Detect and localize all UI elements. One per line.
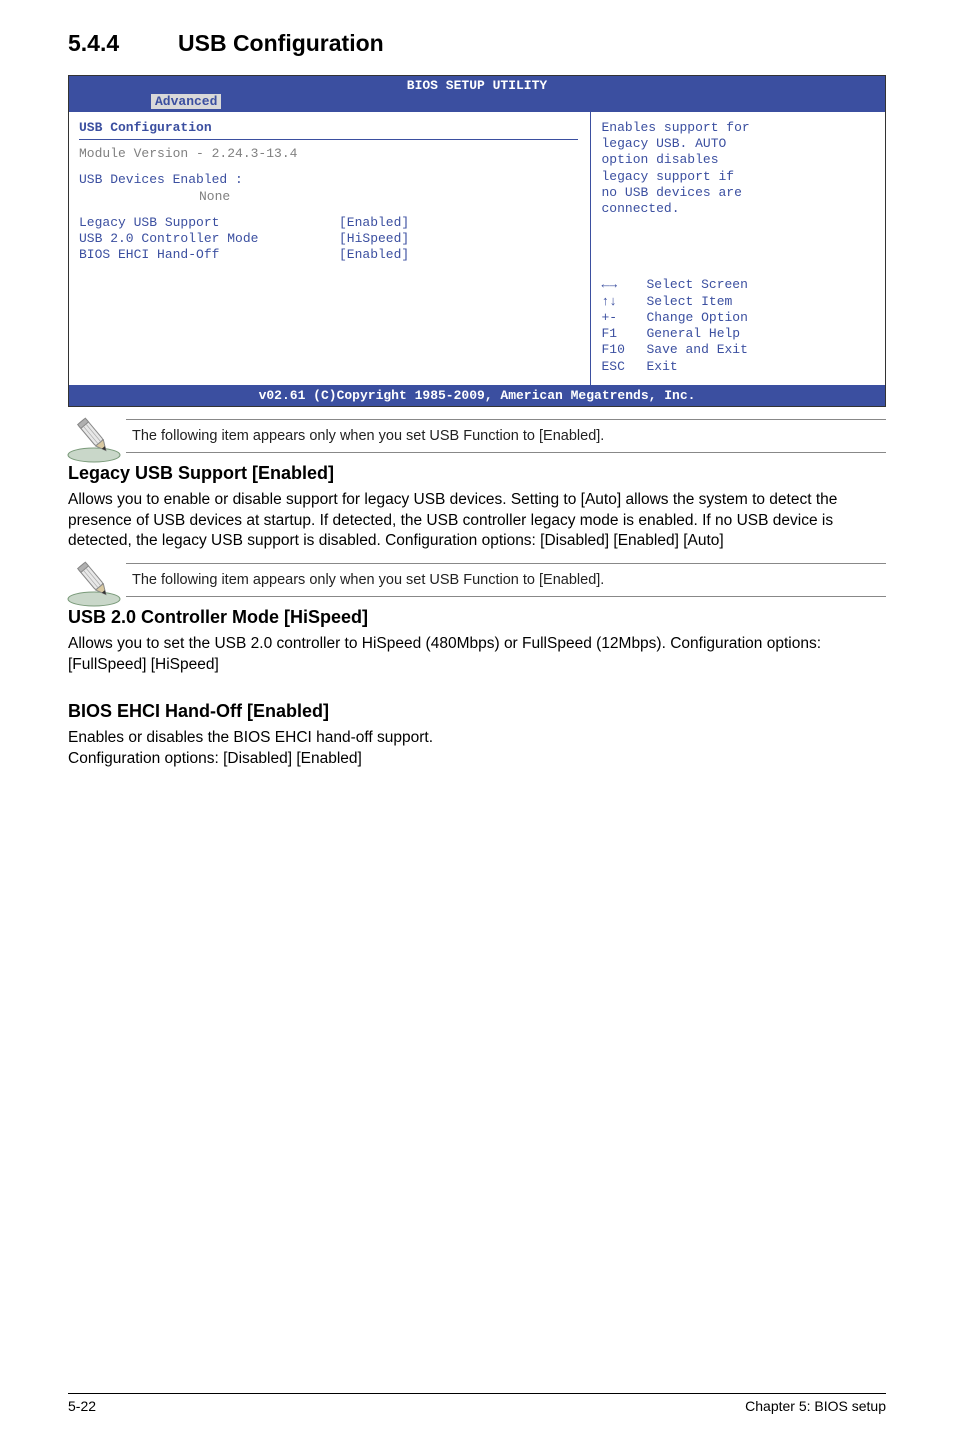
bios-title-bar: BIOS SETUP UTILITY: [69, 76, 885, 94]
bios-footer: v02.61 (C)Copyright 1985-2009, American …: [69, 386, 885, 406]
bios-setting-row: Legacy USB Support [Enabled]: [79, 215, 578, 231]
section-heading: 5.4.4USB Configuration: [68, 30, 886, 57]
bios-setting-row: BIOS EHCI Hand-Off [Enabled]: [79, 247, 578, 263]
bios-devices-enabled-label: USB Devices Enabled :: [79, 172, 578, 188]
bios-help-line: legacy support if: [601, 169, 875, 185]
bios-devices-enabled-value: None: [79, 189, 578, 205]
page-footer: 5-22 Chapter 5: BIOS setup: [68, 1393, 886, 1414]
bios-help-line: no USB devices are: [601, 185, 875, 201]
bios-right-panel: Enables support for legacy USB. AUTO opt…: [591, 112, 885, 386]
bios-key-desc: General Help: [646, 326, 740, 342]
subsection-heading: USB 2.0 Controller Mode [HiSpeed]: [68, 607, 886, 628]
bios-help-keys: ←→Select Screen ↑↓Select Item +-Change O…: [601, 277, 875, 375]
bios-help-line: Enables support for: [601, 120, 875, 136]
bios-key: F10: [601, 342, 646, 358]
subsection-heading: BIOS EHCI Hand-Off [Enabled]: [68, 701, 886, 722]
bios-key: ←→: [601, 277, 646, 293]
bios-key-desc: Change Option: [646, 310, 747, 326]
bios-key-desc: Select Screen: [646, 277, 747, 293]
bios-help-line: option disables: [601, 152, 875, 168]
bios-key: F1: [601, 326, 646, 342]
pencil-icon: [66, 553, 126, 609]
bios-key: +-: [601, 310, 646, 326]
bios-help-line: legacy USB. AUTO: [601, 136, 875, 152]
section-number: 5.4.4: [68, 30, 178, 57]
bios-key: ↑↓: [601, 294, 646, 310]
pencil-icon: [66, 409, 126, 465]
bios-key-desc: Select Item: [646, 294, 732, 310]
bios-setting-label: Legacy USB Support: [79, 215, 339, 231]
footer-page-number: 5-22: [68, 1398, 96, 1414]
body-paragraph: Enables or disables the BIOS EHCI hand-o…: [68, 728, 886, 748]
note-block: The following item appears only when you…: [68, 563, 886, 597]
bios-setting-label: USB 2.0 Controller Mode: [79, 231, 339, 247]
bios-module-version: Module Version - 2.24.3-13.4: [79, 146, 578, 162]
bios-key-desc: Save and Exit: [646, 342, 747, 358]
bios-setting-value: [Enabled]: [339, 247, 409, 263]
bios-setting-value: [Enabled]: [339, 215, 409, 231]
bios-setting-row: USB 2.0 Controller Mode [HiSpeed]: [79, 231, 578, 247]
note-text: The following item appears only when you…: [126, 563, 886, 597]
body-paragraph: Allows you to enable or disable support …: [68, 490, 886, 551]
footer-chapter: Chapter 5: BIOS setup: [745, 1398, 886, 1414]
bios-screenshot: BIOS SETUP UTILITY Advanced USB Configur…: [68, 75, 886, 407]
bios-setting-value: [HiSpeed]: [339, 231, 409, 247]
bios-key: ESC: [601, 359, 646, 375]
note-text: The following item appears only when you…: [126, 419, 886, 453]
bios-tab-row: Advanced: [69, 94, 885, 112]
bios-help-line: connected.: [601, 201, 875, 217]
bios-panel-title: USB Configuration: [79, 120, 578, 136]
body-paragraph: Configuration options: [Disabled] [Enabl…: [68, 749, 886, 769]
bios-setting-label: BIOS EHCI Hand-Off: [79, 247, 339, 263]
bios-left-panel: USB Configuration Module Version - 2.24.…: [69, 112, 591, 386]
section-title: USB Configuration: [178, 30, 384, 56]
body-paragraph: Allows you to set the USB 2.0 controller…: [68, 634, 886, 675]
subsection-heading: Legacy USB Support [Enabled]: [68, 463, 886, 484]
bios-tab-advanced: Advanced: [151, 94, 221, 109]
bios-key-desc: Exit: [646, 359, 677, 375]
note-block: The following item appears only when you…: [68, 419, 886, 453]
